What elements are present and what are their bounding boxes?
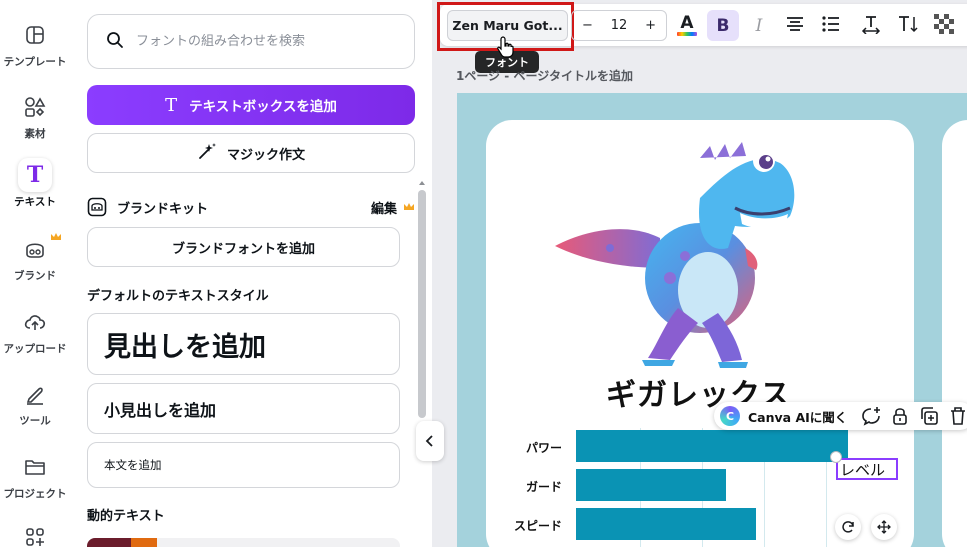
add-heading-label: 見出しを追加 [104, 331, 266, 363]
text-resize-icon [897, 14, 919, 38]
upload-icon [18, 305, 52, 339]
move-button[interactable] [871, 514, 897, 540]
tools-icon [18, 377, 52, 411]
template-icon [18, 18, 52, 52]
font-size-decrease-button[interactable]: − [582, 18, 593, 33]
rail-item-elements[interactable]: 素材 [0, 90, 70, 141]
text-resize-button[interactable] [892, 10, 924, 41]
align-button[interactable] [779, 10, 811, 41]
default-styles-title: デフォルトのテキストスタイル [87, 289, 269, 304]
search-input[interactable] [136, 34, 396, 49]
add-body-button[interactable]: 本文を追加 [87, 442, 400, 488]
text-panel: T テキストボックスを追加 マジック作文 ブランドキット 編集 ブランドフォント… [70, 0, 432, 547]
transparency-button[interactable] [928, 10, 960, 41]
ask-canva-ai-button[interactable]: Canva AIに聞く [748, 407, 847, 426]
text-icon: T [18, 158, 52, 192]
dynamic-text-thumbnail[interactable] [87, 538, 400, 547]
canva-ai-icon: C [720, 406, 740, 426]
rail-item-brand[interactable]: ブランド [0, 232, 70, 283]
rotate-icon [841, 520, 855, 534]
resize-handle[interactable] [830, 451, 842, 463]
brand-kit-edit-link[interactable]: 編集 [371, 198, 397, 217]
rail-label: テンプレート [3, 56, 67, 68]
list-button[interactable] [815, 10, 847, 41]
brand-kit-title: ブランドキット [117, 201, 209, 217]
bar[interactable] [576, 469, 726, 501]
bar-label[interactable]: スピード [502, 517, 562, 534]
bar-label[interactable]: パワー [502, 439, 562, 456]
crown-icon [50, 226, 62, 245]
rail-item-templates[interactable]: テンプレート [0, 18, 70, 69]
letter-spacing-icon [861, 14, 881, 38]
rail-item-text[interactable]: T テキスト [0, 158, 70, 209]
letter-spacing-button[interactable] [855, 10, 887, 41]
chevron-left-icon [425, 435, 435, 447]
rail-label: テキスト [14, 196, 56, 208]
panel-scrollbar[interactable] [418, 190, 426, 418]
rail-label: ブランド [14, 270, 56, 282]
folder-icon [18, 450, 52, 484]
rail-label: アップロード [3, 343, 67, 355]
dynamic-text-title: 動的テキスト [87, 509, 165, 524]
move-icon [877, 520, 891, 534]
font-search[interactable] [87, 14, 415, 69]
collapse-panel-button[interactable] [416, 421, 444, 461]
canva-ai-toolbar: C Canva AIに聞く [714, 402, 967, 430]
comment-add-icon[interactable] [861, 406, 881, 426]
add-subheading-button[interactable]: 小見出しを追加 [87, 383, 400, 434]
bar-label[interactable]: ガード [502, 478, 562, 495]
add-heading-button[interactable]: 見出しを追加 [87, 313, 400, 375]
bold-button[interactable]: B [707, 10, 739, 41]
rotate-button[interactable] [835, 514, 861, 540]
add-textbox-label: テキストボックスを追加 [189, 99, 337, 115]
add-brand-font-button[interactable]: ブランドフォントを追加 [87, 227, 400, 267]
add-textbox-button[interactable]: T テキストボックスを追加 [87, 85, 415, 125]
rail-label: プロジェクト [3, 488, 67, 500]
lock-icon[interactable] [891, 406, 909, 426]
magic-write-button[interactable]: マジック作文 [87, 133, 415, 173]
checkerboard-icon [934, 13, 954, 38]
text-color-button[interactable]: A [671, 10, 703, 41]
left-rail: テンプレート 素材 T テキスト ブランド アップロード ツール プロジェクト [0, 0, 70, 547]
add-body-label: 本文を追加 [104, 458, 162, 472]
level-text-box[interactable]: レベル [836, 458, 898, 480]
font-size-value[interactable]: 12 [611, 18, 628, 33]
rail-item-projects[interactable]: プロジェクト [0, 450, 70, 501]
next-card[interactable] [942, 120, 967, 547]
dinosaur-illustration[interactable] [550, 128, 800, 372]
rail-item-apps[interactable] [0, 520, 70, 547]
add-brand-font-label: ブランドフォントを追加 [171, 241, 315, 257]
align-center-icon [786, 16, 804, 36]
font-size-stepper[interactable]: − 12 + [571, 10, 667, 41]
bar[interactable] [576, 508, 756, 540]
text-icon: T [165, 94, 178, 116]
italic-button[interactable]: I [743, 10, 775, 41]
brand-kit-icon [87, 197, 107, 217]
magic-wand-icon [197, 141, 217, 165]
rail-item-tools[interactable]: ツール [0, 377, 70, 428]
font-size-increase-button[interactable]: + [645, 18, 656, 33]
duplicate-icon[interactable] [919, 406, 939, 426]
magic-write-label: マジック作文 [226, 147, 305, 163]
scroll-up-arrow[interactable] [419, 181, 425, 185]
crown-icon [403, 200, 415, 215]
add-subheading-label: 小見出しを追加 [104, 400, 217, 420]
hand-cursor-icon [497, 36, 515, 62]
brand-kit-row: ブランドキット 編集 [87, 196, 415, 218]
rail-label: 素材 [24, 128, 46, 140]
rail-item-upload[interactable]: アップロード [0, 305, 70, 356]
bar[interactable] [576, 430, 848, 462]
brand-icon [18, 232, 52, 266]
trash-icon[interactable] [949, 406, 967, 426]
apps-icon [18, 520, 52, 547]
elements-icon [18, 90, 52, 124]
rail-label: ツール [19, 415, 51, 427]
bullet-list-icon [822, 15, 840, 36]
search-icon [106, 31, 124, 53]
text-color-icon: A [677, 15, 697, 36]
page-title[interactable]: 1ページ - ページタイトルを追加 [456, 67, 633, 84]
